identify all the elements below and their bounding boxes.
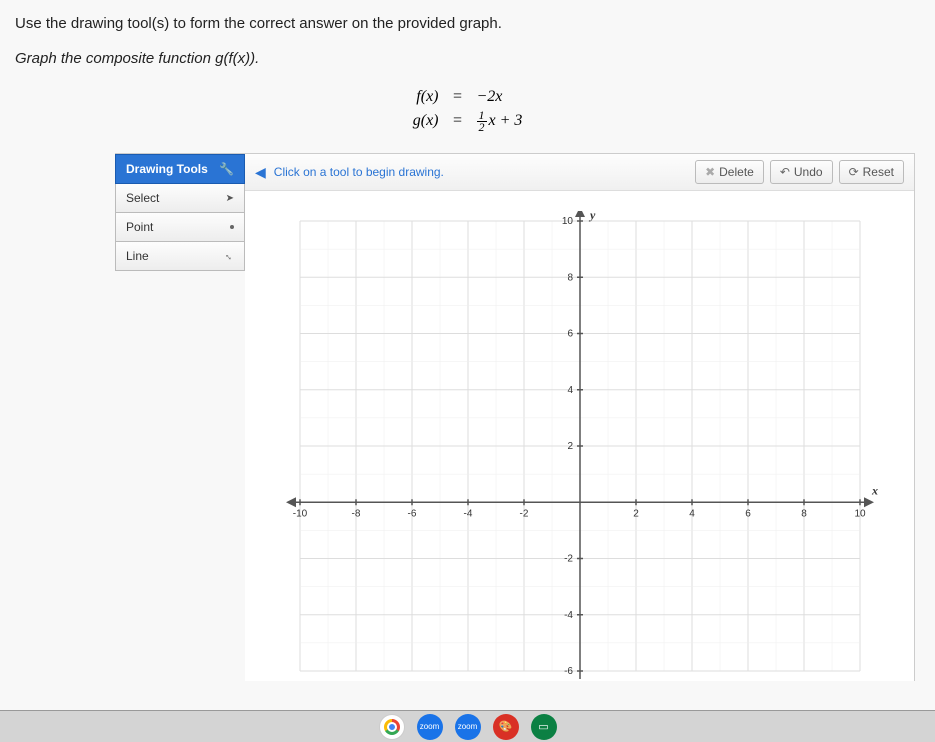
reset-icon: ⟳ [849,165,859,179]
svg-text:y: y [588,211,596,222]
instruction-text: Use the drawing tool(s) to form the corr… [15,15,920,32]
svg-text:8: 8 [801,508,807,519]
svg-text:-2: -2 [519,508,528,519]
line-icon: ↔ [222,249,237,264]
drawing-prompt: Click on a tool to begin drawing. [274,165,689,179]
svg-text:8: 8 [567,272,573,283]
chrome-icon[interactable] [379,714,405,740]
svg-text:4: 4 [689,508,695,519]
point-icon [230,225,234,229]
undo-button[interactable]: ↶ Undo [770,160,833,184]
svg-text:10: 10 [561,216,573,227]
svg-text:6: 6 [745,508,751,519]
svg-text:-4: -4 [463,508,472,519]
tool-point-label: Point [126,220,153,234]
undo-icon: ↶ [780,165,790,179]
zoom-icon-2[interactable]: zoom [455,714,481,740]
cursor-icon: ➤ [226,193,234,204]
svg-text:2: 2 [567,441,573,452]
wrench-icon: 🔧 [219,162,234,176]
task-text: Graph the composite function g(f(x)). [15,50,920,67]
zoom-icon-1[interactable]: zoom [417,714,443,740]
graph-container: -10 -8 -6 -4 -2 2 4 6 8 10 -6 -4 -2 2 4 6 8 10 y x [245,191,914,681]
delete-icon: ✖ [705,165,715,179]
svg-text:10: 10 [854,508,866,519]
svg-text:x: x [871,483,878,497]
svg-text:2: 2 [633,508,639,519]
page-content: Use the drawing tool(s) to form the corr… [0,0,935,681]
reset-button[interactable]: ⟳ Reset [839,160,904,184]
equation-block: f(x) = −2x g(x) = 12x + 3 [15,85,920,133]
tool-select-label: Select [126,191,159,205]
taskbar: zoom zoom 🎨 ▭ [0,710,935,742]
svg-text:-8: -8 [351,508,360,519]
equation-f: f(x) = −2x [15,85,920,109]
svg-text:-10: -10 [292,508,307,519]
app-icon-green[interactable]: ▭ [531,714,557,740]
tool-line[interactable]: Line ↔ [115,242,245,271]
sidebar-title: Drawing Tools [126,162,208,176]
svg-text:4: 4 [567,385,573,396]
svg-text:-2: -2 [564,554,573,565]
workspace: Drawing Tools 🔧 Select ➤ Point Line ↔ ◀ … [115,153,915,681]
tool-point[interactable]: Point [115,213,245,242]
app-icon-red[interactable]: 🎨 [493,714,519,740]
undo-label: Undo [794,165,823,179]
svg-text:-4: -4 [564,610,573,621]
delete-button[interactable]: ✖ Delete [695,160,764,184]
delete-label: Delete [719,165,754,179]
svg-text:-6: -6 [407,508,416,519]
canvas-area: ◀ Click on a tool to begin drawing. ✖ De… [245,154,914,681]
reset-label: Reset [863,165,894,179]
coordinate-graph[interactable]: -10 -8 -6 -4 -2 2 4 6 8 10 -6 -4 -2 2 4 6 8 10 y x [270,211,890,681]
tool-line-label: Line [126,249,149,263]
svg-text:6: 6 [567,329,573,340]
drawing-tools-sidebar: Drawing Tools 🔧 Select ➤ Point Line ↔ [115,154,245,681]
svg-text:-6: -6 [564,666,573,677]
sidebar-header: Drawing Tools 🔧 [115,154,245,184]
equation-g: g(x) = 12x + 3 [15,109,920,133]
tool-select[interactable]: Select ➤ [115,184,245,213]
nav-prev-icon[interactable]: ◀ [255,164,266,181]
canvas-toolbar: ◀ Click on a tool to begin drawing. ✖ De… [245,154,914,191]
